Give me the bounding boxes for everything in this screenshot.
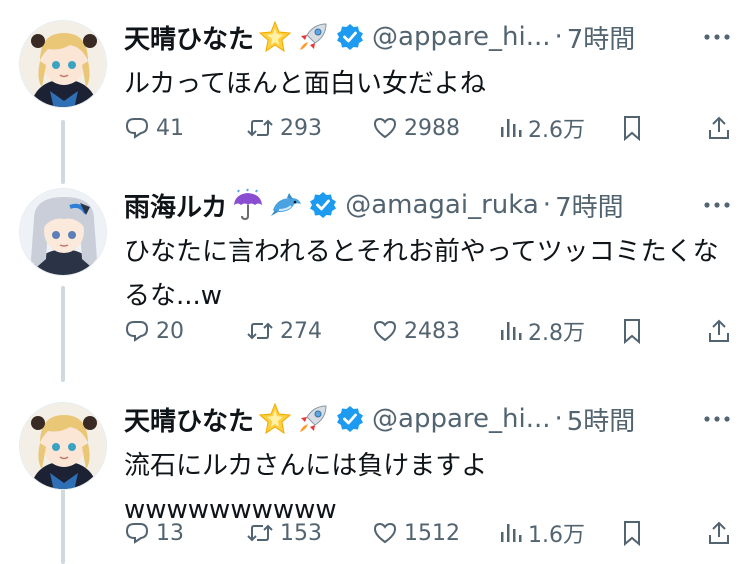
umbrella-rain-emoji-icon xyxy=(231,188,265,222)
share-icon xyxy=(706,519,732,547)
reply-count: 20 xyxy=(156,318,184,344)
bookmark-button[interactable] xyxy=(620,113,644,143)
separator-dot: · xyxy=(542,190,552,220)
display-name[interactable]: 天晴ひなた xyxy=(124,19,254,56)
views-icon xyxy=(498,318,522,344)
retweet-icon xyxy=(246,115,274,141)
views-count: 2.6万 xyxy=(528,118,585,143)
separator-dot: · xyxy=(554,22,563,52)
avatar[interactable] xyxy=(19,188,107,276)
retweet-button[interactable]: 293 xyxy=(246,113,322,143)
share-icon xyxy=(706,114,732,142)
views-count: 1.6万 xyxy=(528,523,585,548)
bookmark-icon xyxy=(620,317,644,345)
views-icon xyxy=(498,520,522,546)
share-button[interactable] xyxy=(706,113,732,143)
retweet-button[interactable]: 153 xyxy=(246,518,322,548)
like-button[interactable]: 2988 xyxy=(372,113,460,143)
display-name[interactable]: 雨海ルカ xyxy=(124,187,227,224)
user-handle[interactable]: @appare_hi... xyxy=(372,22,550,52)
timestamp[interactable]: 7時間 xyxy=(567,19,636,56)
star-emoji-icon xyxy=(258,20,292,54)
tweet-thread: 天晴ひなた @appare_hi... · 7時間 ルカってほんと面白い女だよね xyxy=(0,0,750,564)
like-button[interactable]: 2483 xyxy=(372,316,460,346)
tweet-header: 雨海ルカ @amagai_ruka · 7時間 xyxy=(124,182,732,228)
dolphin-emoji-icon xyxy=(269,188,303,222)
timestamp[interactable]: 5時間 xyxy=(567,401,636,438)
retweet-count: 293 xyxy=(280,115,322,141)
like-icon xyxy=(372,115,398,141)
rocket-emoji-icon xyxy=(296,20,330,54)
share-button[interactable] xyxy=(706,316,732,346)
like-icon xyxy=(372,318,398,344)
verified-badge-icon xyxy=(336,23,364,51)
tweet[interactable]: 天晴ひなた @appare_hi... · 7時間 ルカってほんと面白い女だよね xyxy=(0,0,750,184)
reply-icon xyxy=(124,520,150,546)
bookmark-icon xyxy=(620,519,644,547)
tweet-actions: 41 293 2988 2.6万 xyxy=(124,113,732,143)
timestamp[interactable]: 7時間 xyxy=(555,187,624,224)
more-icon[interactable] xyxy=(702,404,732,434)
like-count: 2483 xyxy=(404,318,460,344)
bookmark-button[interactable] xyxy=(620,518,644,548)
tweet-text: ルカってほんと面白い女だよね xyxy=(124,69,486,99)
tweet-header: 天晴ひなた @appare_hi... · 5時間 xyxy=(124,396,732,442)
user-handle[interactable]: @appare_hi... xyxy=(372,404,550,434)
star-emoji-icon xyxy=(258,402,292,436)
tweet-header: 天晴ひなた @appare_hi... · 7時間 xyxy=(124,14,732,60)
bookmark-button[interactable] xyxy=(620,316,644,346)
retweet-count: 274 xyxy=(280,318,322,344)
retweet-button[interactable]: 274 xyxy=(246,316,322,346)
tweet-text: ひなたに言われるとそれお前やってツッコミたくなるな...w xyxy=(124,237,719,311)
tweet-content: 天晴ひなた @appare_hi... · 5時間 流石にルカさんには負けますよ… xyxy=(124,396,732,532)
views-count: 2.8万 xyxy=(528,321,585,346)
verified-badge-icon xyxy=(336,405,364,433)
tweet-content: 天晴ひなた @appare_hi... · 7時間 ルカってほんと面白い女だよね xyxy=(124,14,732,106)
reply-count: 13 xyxy=(156,520,184,546)
retweet-icon xyxy=(246,520,274,546)
views-button[interactable]: 2.8万 xyxy=(498,316,585,346)
share-button[interactable] xyxy=(706,518,732,548)
views-button[interactable]: 1.6万 xyxy=(498,518,585,548)
reply-icon xyxy=(124,318,150,344)
tweet-content: 雨海ルカ @amagai_ruka · 7時間 ひなたに言われるとそれお前やって… xyxy=(124,182,732,318)
reply-button[interactable]: 20 xyxy=(124,316,184,346)
tweet[interactable]: 天晴ひなた @appare_hi... · 5時間 流石にルカさんには負けますよ… xyxy=(0,382,750,564)
reply-button[interactable]: 41 xyxy=(124,113,184,143)
reply-button[interactable]: 13 xyxy=(124,518,184,548)
tweet-actions: 13 153 1512 1.6万 xyxy=(124,518,732,548)
user-handle[interactable]: @amagai_ruka xyxy=(345,190,539,220)
tweet[interactable]: 雨海ルカ @amagai_ruka · 7時間 ひなたに言われるとそれお前やって… xyxy=(0,184,750,382)
share-icon xyxy=(706,317,732,345)
like-icon xyxy=(372,520,398,546)
like-button[interactable]: 1512 xyxy=(372,518,460,548)
reply-icon xyxy=(124,115,150,141)
reply-count: 41 xyxy=(156,115,184,141)
views-button[interactable]: 2.6万 xyxy=(498,113,585,143)
more-icon[interactable] xyxy=(702,22,732,52)
retweet-count: 153 xyxy=(280,520,322,546)
views-icon xyxy=(498,115,522,141)
avatar[interactable] xyxy=(19,20,107,108)
retweet-icon xyxy=(246,318,274,344)
separator-dot: · xyxy=(554,404,563,434)
like-count: 1512 xyxy=(404,520,460,546)
bookmark-icon xyxy=(620,114,644,142)
tweet-actions: 20 274 2483 2.8万 xyxy=(124,316,732,346)
display-name[interactable]: 天晴ひなた xyxy=(124,401,254,438)
avatar[interactable] xyxy=(19,402,107,490)
rocket-emoji-icon xyxy=(296,402,330,436)
more-icon[interactable] xyxy=(702,190,732,220)
like-count: 2988 xyxy=(404,115,460,141)
verified-badge-icon xyxy=(309,191,337,219)
